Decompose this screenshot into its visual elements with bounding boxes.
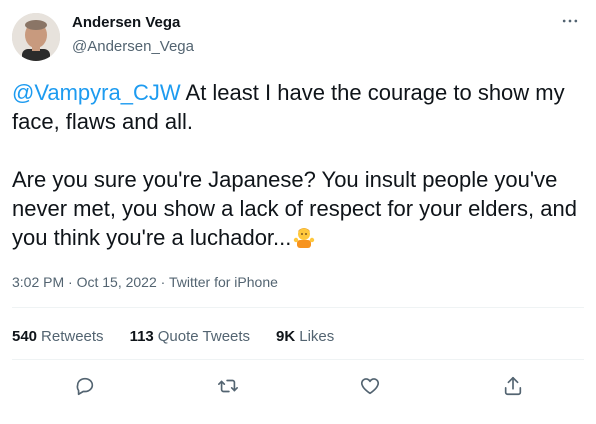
tweet-source[interactable]: Twitter for iPhone bbox=[169, 274, 278, 290]
person-gesturing-ok-emoji bbox=[293, 225, 315, 249]
divider bbox=[12, 359, 584, 360]
author-name[interactable]: Andersen Vega bbox=[72, 14, 180, 31]
share-icon[interactable] bbox=[501, 374, 525, 398]
action-bar bbox=[0, 370, 596, 400]
quotes-count: 113 bbox=[129, 328, 154, 345]
mention-link[interactable]: @Vampyra_CJW bbox=[12, 80, 181, 105]
avatar[interactable] bbox=[12, 13, 60, 61]
retweets-label: Retweets bbox=[41, 328, 104, 345]
retweets-stat[interactable]: 540 Retweets bbox=[12, 328, 104, 345]
likes-label: Likes bbox=[299, 328, 335, 345]
tweet-stats: 540 Retweets 113 Quote Tweets 9K Likes bbox=[12, 328, 334, 345]
reply-icon[interactable] bbox=[73, 374, 97, 398]
author-handle[interactable]: @Andersen_Vega bbox=[72, 38, 194, 55]
tweet-meta: 3:02 PM · Oct 15, 2022 · Twitter for iPh… bbox=[12, 274, 278, 290]
meta-separator: · bbox=[156, 274, 169, 290]
timestamp[interactable]: 3:02 PM · Oct 15, 2022 bbox=[12, 274, 157, 290]
tweet-text: @Vampyra_CJW At least I have the courage… bbox=[12, 78, 587, 252]
retweets-count: 540 bbox=[12, 328, 38, 345]
more-icon[interactable] bbox=[558, 12, 582, 30]
quotes-label: Quote Tweets bbox=[157, 328, 251, 345]
retweet-icon[interactable] bbox=[216, 374, 240, 398]
divider bbox=[12, 307, 584, 308]
likes-count: 9K bbox=[276, 328, 296, 345]
heart-icon[interactable] bbox=[358, 374, 382, 398]
likes-stat[interactable]: 9K Likes bbox=[276, 328, 334, 345]
quote-tweets-stat[interactable]: 113 Quote Tweets bbox=[130, 328, 250, 345]
tweet-card: Andersen Vega @Andersen_Vega @Vampyra_CJ… bbox=[0, 0, 596, 424]
